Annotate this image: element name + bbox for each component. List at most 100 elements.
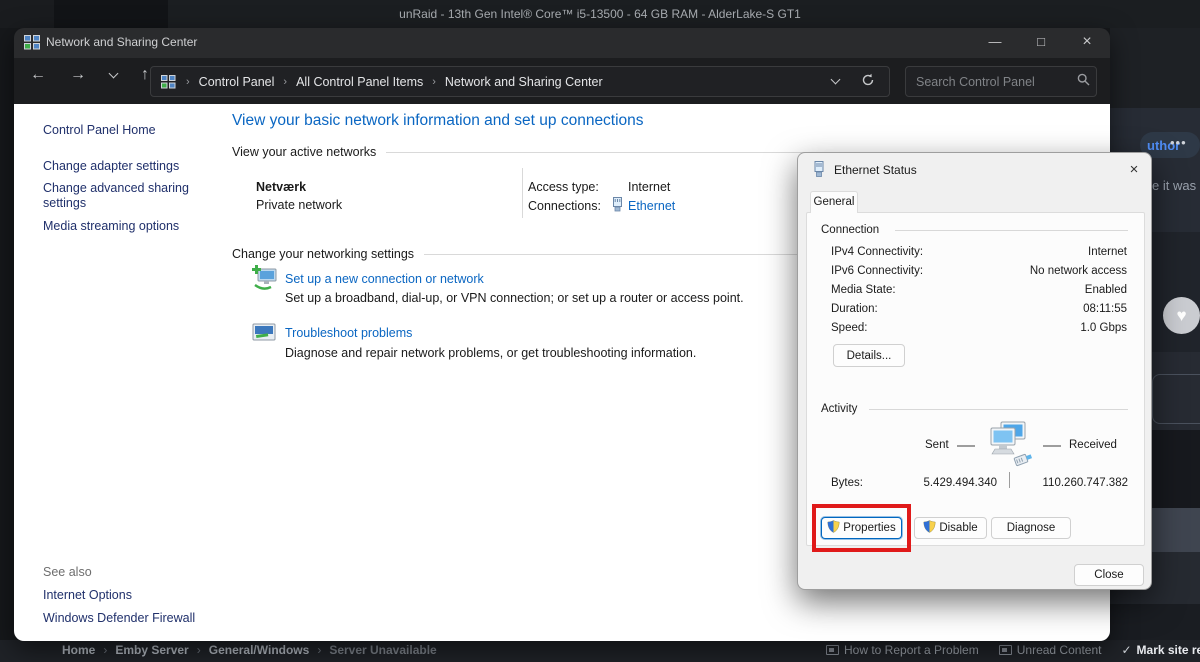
forum-breadcrumb-home[interactable]: Home — [62, 643, 95, 657]
heart-icon: ♥ — [1176, 306, 1186, 325]
page-title: View your basic network information and … — [232, 112, 644, 130]
ethernet-icon — [612, 197, 623, 217]
close-button[interactable]: × — [1064, 28, 1110, 58]
up-icon[interactable]: ↑ — [141, 66, 149, 84]
sidebar-item-internet-options[interactable]: Internet Options — [43, 588, 203, 603]
browser-topbar: unRaid - 13th Gen Intel® Core™ i5-13500 … — [0, 0, 1200, 28]
unread-content-link[interactable]: Unread Content — [999, 643, 1102, 657]
network-type: Private network — [256, 198, 342, 212]
new-connection-icon — [251, 265, 278, 292]
breadcrumb-control-panel[interactable]: Control Panel — [199, 75, 275, 89]
ethernet-icon — [813, 161, 825, 183]
forum-text-fragment: e it was — [1152, 178, 1196, 193]
setup-new-connection-link[interactable]: Set up a new connection or network — [285, 272, 484, 286]
back-icon[interactable]: ← — [30, 66, 46, 84]
dialog-title: Ethernet Status — [834, 163, 917, 177]
row-value: No network access — [1030, 265, 1127, 277]
ethernet-status-dialog: Ethernet Status × General Connection IPv… — [797, 152, 1152, 590]
dialog-tab-page: Connection IPv4 Connectivity: Internet I… — [806, 212, 1145, 546]
sidebar-item-advanced-sharing[interactable]: Change advanced sharing settings — [43, 181, 193, 211]
sidebar-item-control-panel-home[interactable]: Control Panel Home — [43, 123, 203, 138]
close-dialog-button[interactable]: Close — [1074, 564, 1144, 586]
more-options-icon[interactable]: ••• — [1170, 135, 1187, 150]
divider — [522, 168, 523, 218]
row-value: Internet — [1088, 246, 1127, 258]
row-label: IPv6 Connectivity: — [831, 265, 923, 277]
address-bar-actions — [832, 73, 879, 90]
forum-panel-3 — [1110, 604, 1200, 640]
connections-label: Connections: — [528, 199, 601, 213]
active-networks-label: View your active networks — [232, 145, 376, 159]
bytes-received-value: 110.260.747.382 — [1035, 477, 1128, 489]
recent-pages-chevron-icon[interactable] — [109, 68, 119, 78]
forum-bottom-links: How to Report a Problem Unread Content ✓… — [826, 643, 1200, 657]
media-state-row: Media State: Enabled — [831, 284, 1127, 296]
breadcrumb-all-items[interactable]: All Control Panel Items — [296, 75, 423, 89]
breadcrumb-current[interactable]: Network and Sharing Center — [445, 75, 603, 89]
received-label: Received — [1069, 439, 1117, 451]
forum-panel — [1110, 28, 1200, 108]
access-type-value: Internet — [628, 180, 670, 194]
search-icon[interactable] — [1077, 73, 1090, 91]
address-bar[interactable]: › Control Panel › All Control Panel Item… — [150, 66, 890, 97]
dialog-close-icon[interactable]: × — [1122, 159, 1146, 181]
divider — [869, 409, 1128, 410]
forum-bottom-bar: Home › Emby Server › General/Windows › S… — [0, 640, 1200, 662]
row-label: IPv4 Connectivity: — [831, 246, 923, 258]
ipv6-row: IPv6 Connectivity: No network access — [831, 265, 1127, 277]
divider — [957, 445, 975, 447]
sidebar-item-change-adapter-settings[interactable]: Change adapter settings — [43, 159, 203, 174]
speed-row: Speed: 1.0 Gbps — [831, 322, 1127, 334]
forum-breadcrumb-emby[interactable]: Emby Server — [115, 643, 188, 657]
row-label: Media State: — [831, 284, 896, 296]
breadcrumb-sep-icon: › — [432, 76, 436, 88]
divider — [1043, 445, 1061, 447]
mark-site-read-link[interactable]: ✓Mark site re — [1121, 643, 1200, 657]
sidebar-item-windows-defender-firewall[interactable]: Windows Defender Firewall — [43, 611, 203, 626]
troubleshoot-problems-link[interactable]: Troubleshoot problems — [285, 326, 412, 340]
details-button[interactable]: Details... — [833, 344, 905, 367]
network-center-icon — [24, 35, 40, 55]
activity-group-label: Activity — [821, 403, 857, 415]
row-label: Duration: — [831, 303, 878, 315]
breadcrumb-sep-icon: › — [197, 643, 201, 657]
address-dropdown-chevron-icon[interactable] — [831, 75, 841, 85]
troubleshoot-icon — [251, 320, 278, 347]
networking-settings-label: Change your networking settings — [232, 247, 414, 261]
row-value: 08:11:55 — [1083, 303, 1127, 315]
sidebar-item-media-streaming[interactable]: Media streaming options — [43, 219, 203, 234]
divider — [895, 230, 1128, 231]
forum-breadcrumb-general[interactable]: General/Windows — [209, 643, 310, 657]
connection-group-label: Connection — [821, 224, 879, 236]
disable-button[interactable]: Disable — [914, 517, 987, 539]
search-input[interactable] — [916, 75, 1077, 89]
bytes-sent-value: 5.429.494.340 — [907, 477, 997, 489]
minimize-button[interactable]: — — [972, 28, 1018, 58]
nav-arrows: ← → ↑ — [30, 66, 149, 84]
check-icon: ✓ — [1121, 643, 1131, 657]
setup-new-connection-desc: Set up a broadband, dial-up, or VPN conn… — [285, 291, 744, 305]
connections-ethernet-link[interactable]: Ethernet — [628, 199, 675, 213]
browser-tab-title: unRaid - 13th Gen Intel® Core™ i5-13500 … — [0, 0, 1200, 28]
divider — [1009, 472, 1010, 488]
row-value: 1.0 Gbps — [1080, 322, 1127, 334]
breadcrumb-sep-icon: › — [103, 643, 107, 657]
page-icon — [999, 645, 1012, 655]
breadcrumb-sep-icon: › — [283, 76, 287, 88]
diagnose-button[interactable]: Diagnose — [991, 517, 1071, 539]
breadcrumb-sep-icon: › — [186, 76, 190, 88]
refresh-icon[interactable] — [861, 73, 875, 90]
access-type-label: Access type: — [528, 180, 599, 194]
page-icon — [826, 645, 839, 655]
quote-button[interactable] — [1152, 374, 1200, 424]
like-heart-button[interactable]: ♥ — [1163, 297, 1200, 334]
maximize-button[interactable]: □ — [1018, 28, 1064, 58]
tab-general[interactable]: General — [810, 191, 858, 213]
ipv4-row: IPv4 Connectivity: Internet — [831, 246, 1127, 258]
report-problem-link[interactable]: How to Report a Problem — [826, 643, 979, 657]
forward-icon[interactable]: → — [70, 66, 86, 84]
window-controls: — □ × — [972, 28, 1110, 58]
uac-shield-icon — [923, 520, 936, 536]
sent-label: Sent — [925, 439, 949, 451]
row-value: Enabled — [1085, 284, 1127, 296]
